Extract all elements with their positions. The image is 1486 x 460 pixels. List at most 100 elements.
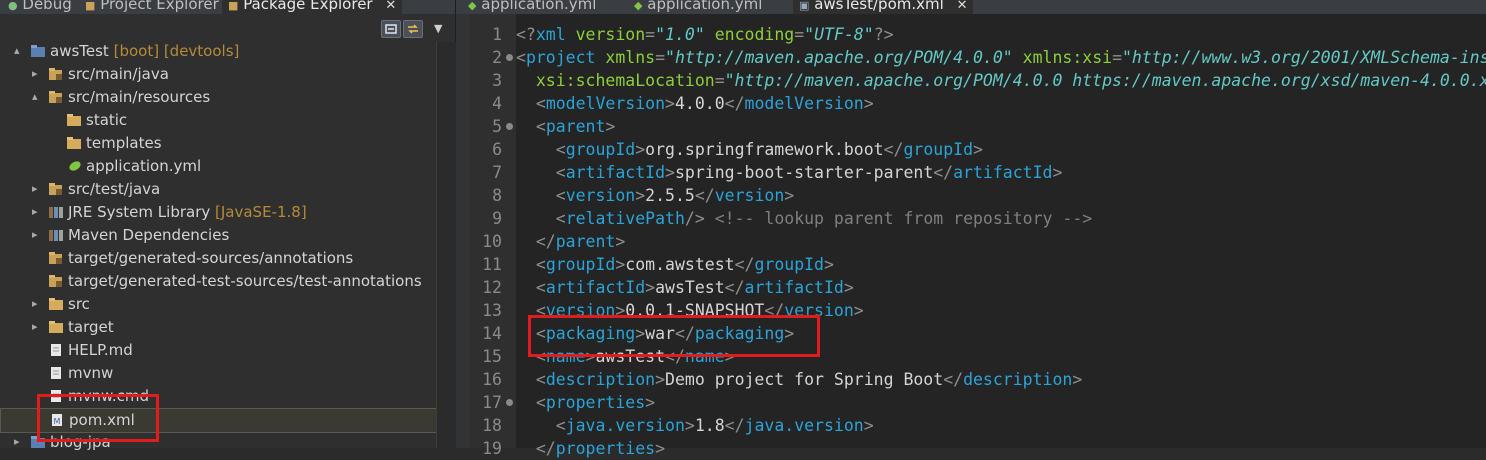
expand-arrow-icon[interactable]: ▸ bbox=[14, 435, 24, 448]
code-token: org.springframework.boot bbox=[645, 140, 884, 159]
tree-item[interactable]: ▸ src/test/java bbox=[0, 178, 436, 201]
tree-item[interactable]: ▸ JRE System Library [JavaSE-1.8] bbox=[0, 201, 436, 224]
expand-arrow-icon[interactable]: ▸ bbox=[32, 228, 42, 241]
tree-item[interactable]: static bbox=[0, 109, 436, 132]
close-icon[interactable]: ✕ bbox=[957, 0, 968, 13]
folder-icon bbox=[66, 136, 82, 150]
link-with-editor-button[interactable] bbox=[403, 20, 423, 38]
link-with-editor-icon bbox=[408, 24, 418, 34]
tree-item[interactable]: ▴ src/main/resources bbox=[0, 86, 436, 109]
vertical-scrollbar[interactable] bbox=[436, 42, 456, 448]
code-text: <groupId>org.springframework.boot</group… bbox=[516, 138, 983, 161]
code-token: parent bbox=[555, 232, 616, 251]
code-token: < bbox=[535, 278, 546, 297]
tree-item-label: mvnw bbox=[68, 364, 114, 382]
fold-toggle-icon[interactable] bbox=[506, 54, 513, 61]
code-token: artifactId bbox=[545, 278, 646, 297]
tree-item[interactable]: ▸ target bbox=[0, 316, 436, 339]
file-icon bbox=[48, 366, 64, 380]
code-token: description bbox=[545, 370, 656, 389]
code-token: > bbox=[635, 140, 646, 159]
code-token: groupId bbox=[903, 140, 974, 159]
tab-debug[interactable]: ● Debug bbox=[8, 0, 72, 14]
tree-item[interactable]: application.yml bbox=[0, 155, 436, 178]
tree-item[interactable]: target/generated-test-sources/test-annot… bbox=[0, 270, 436, 293]
source-folder-icon bbox=[48, 274, 64, 288]
code-token: </ bbox=[535, 439, 556, 458]
tree-item[interactable]: ▴ awsTest [boot] [devtools] bbox=[0, 40, 436, 63]
code-token: < bbox=[535, 117, 546, 136]
expand-arrow-icon[interactable]: ▸ bbox=[32, 320, 42, 333]
tree-item-label: src/main/java bbox=[68, 65, 169, 83]
code-token: </ bbox=[943, 370, 964, 389]
code-token: </ bbox=[883, 140, 904, 159]
line-number: 5 bbox=[492, 117, 502, 136]
code-token: < bbox=[555, 416, 566, 435]
xml-file-icon: ▣ bbox=[799, 0, 810, 12]
code-token: awsTest bbox=[655, 278, 725, 297]
tab-application-yml-2[interactable]: ◆ application.yml bbox=[634, 0, 762, 14]
collapse-arrow-icon[interactable]: ▴ bbox=[32, 90, 42, 103]
line-number: 1 bbox=[492, 25, 502, 44]
expand-arrow-icon[interactable]: ▸ bbox=[32, 67, 42, 80]
code-text: <?xml version="1.0" encoding="UTF-8"?> bbox=[516, 23, 894, 46]
package-explorer-icon: ■ bbox=[228, 0, 239, 12]
tree-item-label: src/main/resources bbox=[68, 88, 211, 106]
code-token: = bbox=[655, 48, 666, 67]
code-text: <description>Demo project for Spring Boo… bbox=[516, 368, 1082, 391]
tree-item[interactable]: templates bbox=[0, 132, 436, 155]
tree-item[interactable]: mvnw bbox=[0, 362, 436, 385]
code-token: > bbox=[684, 416, 695, 435]
spring-leaf-icon bbox=[66, 159, 82, 173]
expand-arrow-icon[interactable]: ▸ bbox=[32, 205, 42, 218]
expand-arrow-icon[interactable]: ▸ bbox=[32, 297, 42, 310]
expand-arrow-icon[interactable]: ▸ bbox=[32, 182, 42, 195]
collapse-all-button[interactable] bbox=[381, 20, 401, 38]
code-token: version bbox=[565, 186, 636, 205]
code-token: > bbox=[853, 301, 864, 320]
code-token: < bbox=[535, 94, 546, 113]
debug-icon: ● bbox=[8, 0, 18, 12]
tab-pom-xml[interactable]: ▣ awsTest/pom.xml ✕ bbox=[793, 0, 974, 14]
tab-project-explorer[interactable]: ■ Project Explorer bbox=[85, 0, 219, 14]
code-token: "http://www.w3.org/2001/XMLSchema-instan… bbox=[1122, 48, 1486, 67]
code-token: spring-boot-starter-parent bbox=[674, 163, 934, 182]
code-text: <relativePath/> <!-- lookup parent from … bbox=[516, 207, 1092, 230]
code-line: 19 </properties> bbox=[456, 437, 1486, 460]
code-token: > bbox=[605, 117, 616, 136]
fold-toggle-icon[interactable] bbox=[506, 399, 513, 406]
tree-item[interactable]: target/generated-sources/annotations bbox=[0, 247, 436, 270]
tree-item-label: src bbox=[68, 295, 90, 313]
tree-item-label: HELP.md bbox=[68, 341, 133, 359]
line-number: 19 bbox=[482, 439, 502, 458]
code-token: > bbox=[615, 232, 626, 251]
fold-toggle-icon[interactable] bbox=[506, 123, 513, 130]
code-token: </ bbox=[734, 255, 755, 274]
tree-item[interactable]: ▸ Maven Dependencies bbox=[0, 224, 436, 247]
library-icon bbox=[48, 205, 64, 219]
code-token: ?> bbox=[873, 25, 894, 44]
tree-item-label: target/generated-sources/annotations bbox=[68, 249, 354, 267]
collapse-arrow-icon[interactable]: ▴ bbox=[14, 44, 24, 57]
code-token: "http://maven.apache.org/POM/4.0.0" bbox=[665, 48, 1013, 67]
line-number: 6 bbox=[492, 140, 502, 159]
code-line: 3 xsi:schemaLocation="http://maven.apach… bbox=[456, 69, 1486, 92]
code-line: 9 <relativePath/> <!-- lookup parent fro… bbox=[456, 207, 1486, 230]
close-icon[interactable]: ✕ bbox=[385, 0, 396, 13]
code-line: 7 <artifactId>spring-boot-starter-parent… bbox=[456, 161, 1486, 184]
tree-item[interactable]: HELP.md bbox=[0, 339, 436, 362]
tree-item[interactable]: ▸ src/main/java bbox=[0, 63, 436, 86]
tab-application-yml-1[interactable]: ◆ application.yml bbox=[468, 0, 596, 14]
view-menu-icon[interactable]: ▼ bbox=[434, 22, 442, 35]
tree-item[interactable]: ▸ src bbox=[0, 293, 436, 316]
code-text: <java.version>1.8</java.version> bbox=[516, 414, 874, 437]
code-token: > bbox=[635, 186, 646, 205]
tab-package-explorer[interactable]: ■ Package Explorer ✕ bbox=[222, 0, 403, 14]
tree-item-label: Maven Dependencies bbox=[68, 226, 230, 244]
line-number: 11 bbox=[482, 255, 502, 274]
code-token: artifactId bbox=[744, 278, 844, 297]
